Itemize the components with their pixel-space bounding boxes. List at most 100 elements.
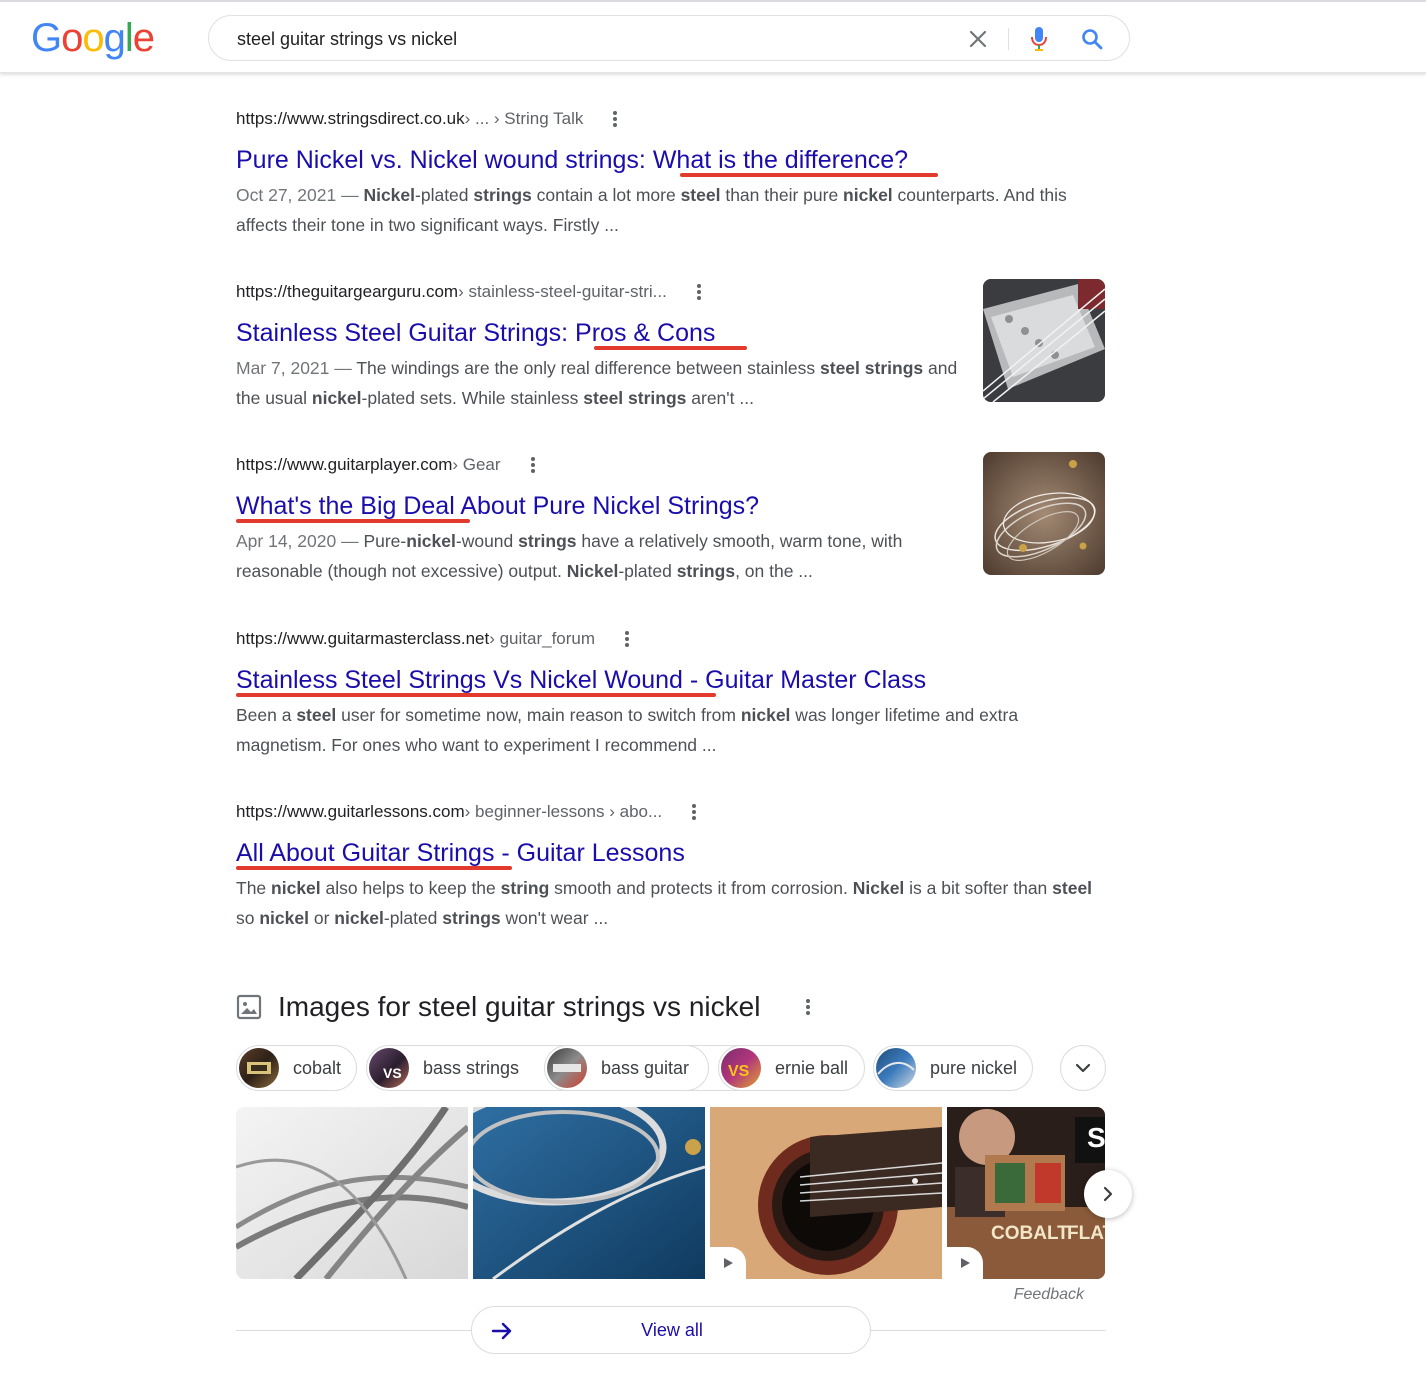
result-snippet: Been a steel user for sometime now, main… [236,700,1106,760]
images-section-header: Images for steel guitar strings vs nicke… [236,985,876,1029]
result-url[interactable]: https://theguitargearguru.com › stainles… [236,281,976,303]
result-url[interactable]: https://www.stringsdirect.co.uk › ... › … [236,108,1106,130]
more-options-icon[interactable] [607,109,623,129]
result-snippet: Oct 27, 2021 — Nickel-plated strings con… [236,180,1106,240]
more-options-icon[interactable] [619,629,635,649]
chip-label: ernie ball [775,1057,849,1078]
result-title[interactable]: Pure Nickel vs. Nickel wound strings: Wh… [236,144,908,176]
title-part: Stainless Steel Guitar Strings: [236,319,576,347]
result-domain: https://www.guitarlessons.com [236,802,465,821]
microphone-icon [1031,27,1047,51]
image-result[interactable] [473,1107,705,1279]
result-url[interactable]: https://www.guitarlessons.com › beginner… [236,801,1106,823]
image-result[interactable]: S COBALT FLAT [947,1107,1105,1279]
title-part: About Pure Nickel Strings? [454,492,760,520]
title-part: - Guitar Master Class [682,666,927,694]
video-play-badge[interactable] [947,1247,983,1279]
result-title[interactable]: Stainless Steel Strings Vs Nickel Wound … [236,664,926,696]
search-input[interactable] [237,26,937,52]
blue-strings-image [473,1107,705,1279]
chip-thumbnail [876,1048,916,1088]
more-options-icon[interactable] [686,802,702,822]
voice-search-button[interactable] [1025,25,1053,53]
result-date: Mar 7, 2021 [236,358,330,378]
annotation-underline [594,346,747,350]
result-date: Apr 14, 2020 [236,531,337,551]
chips-expand-button[interactable] [1060,1045,1106,1091]
view-all-button[interactable]: View all [471,1306,871,1354]
result-domain: https://www.guitarplayer.com [236,455,453,474]
result-thumbnail[interactable] [983,279,1105,402]
video-tile-text: S [1087,1122,1105,1153]
search-header: Google [0,2,1426,73]
date-separator: — [336,531,364,551]
chip-label: pure nickel [930,1057,1018,1078]
annotation-underline [236,519,470,523]
title-part-highlighted: What's the Big Deal [236,492,455,520]
title-part-highlighted: All About Guitar Strings [236,839,495,867]
result-url[interactable]: https://www.guitarmasterclass.net › guit… [236,628,1106,650]
search-box [208,15,1130,61]
annotation-underline [236,693,716,697]
result-domain: https://theguitargearguru.com [236,282,459,301]
chip-thumbnail [547,1048,587,1088]
result-date: Oct 27, 2021 [236,185,337,205]
more-options-icon[interactable] [800,997,816,1017]
result-title[interactable]: All About Guitar Strings - Guitar Lesson… [236,837,685,869]
chip-thumbnail [239,1048,279,1088]
annotation-underline [236,866,512,870]
chip-label: cobalt [293,1057,342,1078]
date-separator: — [336,185,364,205]
view-all-label: View all [641,1320,703,1340]
play-icon [724,1258,733,1268]
acoustic-guitar-image [710,1107,942,1279]
result-domain: https://www.guitarmasterclass.net [236,629,490,648]
result-path: › beginner-lessons › abo... [464,802,663,821]
chip-thumbnail: VS [721,1048,761,1088]
images-heading[interactable]: Images for steel guitar strings vs nicke… [278,991,760,1023]
result-title[interactable]: Stainless Steel Guitar Strings: Pros & C… [236,317,715,349]
title-part-highlighted: What is the difference? [652,146,909,174]
image-icon [236,994,262,1020]
logo-letter: G [31,16,62,60]
search-icon [1082,29,1103,50]
title-part-highlighted: Stainless Steel Strings Vs Nickel Wound [236,666,683,694]
google-logo[interactable]: Google [31,16,155,61]
result-url[interactable]: https://www.guitarplayer.com › Gear [236,454,976,476]
more-options-icon[interactable] [525,455,541,475]
chip-label: bass strings [423,1057,520,1078]
image-filter-chips-row: cobalt VS bass strings bass guitar VS er… [236,1045,1106,1093]
carousel-next-button[interactable] [1084,1170,1132,1218]
chip-cobalt[interactable]: cobalt [236,1045,357,1091]
chip-bass-guitar[interactable]: bass guitar [544,1045,709,1091]
result-thumbnail[interactable] [983,452,1105,575]
chip-ernie-ball[interactable]: VS ernie ball [718,1045,865,1091]
image-result[interactable] [236,1107,468,1279]
snippet-text: Been a steel user for sometime now, main… [236,705,1019,755]
chevron-right-icon [1103,1186,1113,1202]
result-path: › stainless-steel-guitar-stri... [458,282,667,301]
result-domain: https://www.stringsdirect.co.uk [236,109,465,128]
feedback-link[interactable]: Feedback [990,1286,1084,1304]
search-button[interactable] [1078,25,1106,53]
result-title[interactable]: What's the Big Deal About Pure Nickel St… [236,490,759,522]
chip-thumb-vs: VS [728,1063,750,1080]
image-result[interactable] [710,1107,942,1279]
logo-letter: g [103,16,126,60]
result-path: › guitar_forum [489,629,596,648]
chip-thumbnail: VS [369,1048,409,1088]
snippet-text: The nickel also helps to keep the string… [236,878,1093,928]
chevron-down-icon [1075,1063,1091,1073]
chip-pure-nickel[interactable]: pure nickel [873,1045,1033,1091]
result-snippet: Mar 7, 2021 — The windings are the only … [236,353,976,413]
more-options-icon[interactable] [691,282,707,302]
play-icon [961,1258,970,1268]
guitar-pickup-image [983,279,1105,402]
close-icon [969,30,987,48]
clear-button[interactable] [964,25,992,53]
result-path: › Gear [452,455,501,474]
result-snippet: Apr 14, 2020 — Pure-nickel-wound strings… [236,526,976,586]
video-play-badge[interactable] [710,1247,746,1279]
strings-closeup-image [236,1107,468,1279]
logo-letter: o [82,16,104,60]
